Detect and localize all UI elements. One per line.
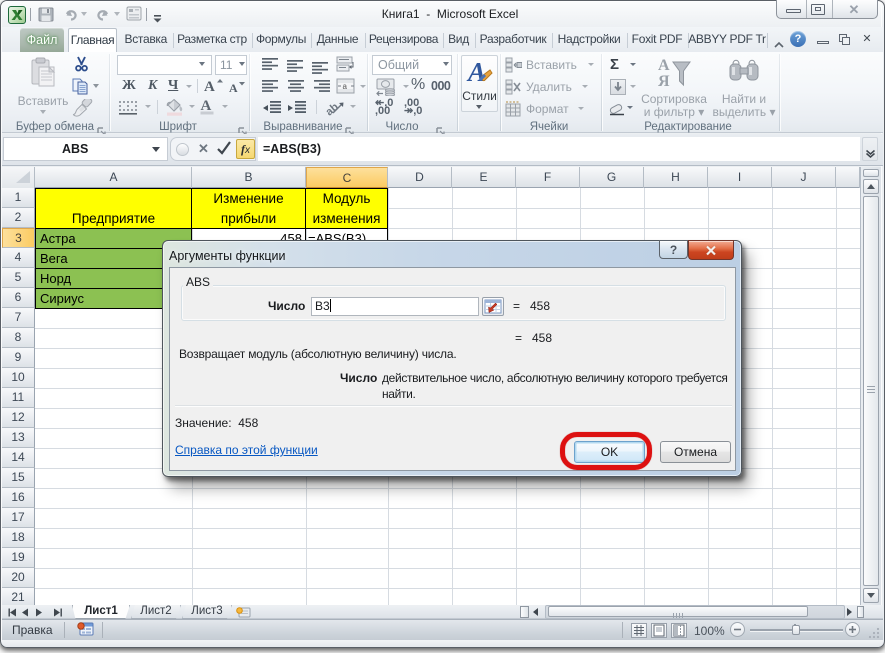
svg-text:А: А: [658, 57, 670, 74]
svg-text:Я: Я: [658, 73, 670, 89]
svg-text:A: A: [466, 57, 486, 86]
svg-text:A: A: [204, 79, 215, 94]
svg-text:a: a: [343, 82, 348, 91]
svg-text:ab: ab: [325, 101, 341, 117]
svg-text:A: A: [229, 81, 238, 94]
